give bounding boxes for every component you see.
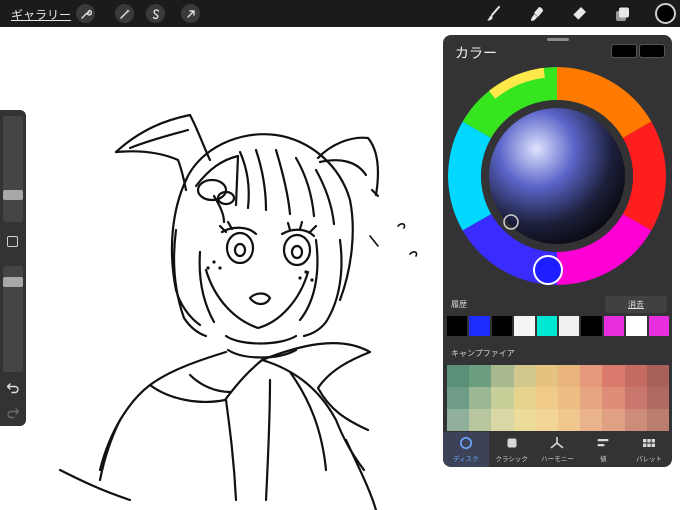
palette-label: キャンプファイア — [451, 349, 515, 358]
disc-icon — [459, 437, 472, 449]
palette-swatch[interactable] — [513, 365, 536, 387]
history-swatches — [447, 316, 670, 336]
secondary-color-swatch[interactable] — [639, 44, 665, 58]
magic-wand-icon[interactable] — [115, 4, 134, 23]
palette-swatch[interactable] — [580, 409, 603, 431]
history-swatch[interactable] — [514, 316, 535, 336]
history-swatch[interactable] — [648, 316, 670, 336]
undo-icon[interactable] — [6, 380, 20, 394]
arrow-icon[interactable] — [181, 4, 200, 23]
hue-picker[interactable] — [533, 255, 563, 285]
procreate-app: ギャラリー カラー 履歴 消去 キャンプファイア ディスク クラシック ハーモニ… — [0, 0, 680, 510]
tab-label: パレット — [636, 455, 663, 463]
history-swatch[interactable] — [491, 316, 513, 336]
palette-swatch[interactable] — [535, 409, 558, 431]
palette-swatch[interactable] — [491, 409, 514, 431]
tab-classic[interactable]: クラシック — [489, 432, 535, 467]
square-icon — [507, 438, 517, 448]
palette-swatch[interactable] — [624, 365, 647, 387]
palette-swatch[interactable] — [447, 365, 470, 387]
palette-swatch[interactable] — [491, 365, 514, 387]
palette-swatch[interactable] — [469, 365, 492, 387]
palette-swatch[interactable] — [513, 409, 536, 431]
palette-swatch[interactable] — [447, 387, 470, 409]
smudge-icon[interactable] — [526, 3, 548, 25]
brush-size-handle[interactable] — [3, 190, 23, 200]
palette-swatch[interactable] — [646, 409, 669, 431]
history-swatch[interactable] — [469, 316, 490, 336]
history-swatch[interactable] — [559, 316, 580, 336]
palette-swatch[interactable] — [558, 387, 581, 409]
eraser-icon[interactable] — [568, 3, 590, 25]
opacity-handle[interactable] — [3, 277, 23, 287]
palette-swatch[interactable] — [602, 387, 625, 409]
modify-button[interactable] — [7, 236, 18, 247]
palette-swatch[interactable] — [602, 365, 625, 387]
palette-swatch[interactable] — [558, 365, 581, 387]
palette-swatch[interactable] — [624, 387, 647, 409]
brush-size-slider[interactable] — [3, 116, 23, 222]
history-swatch[interactable] — [626, 316, 647, 336]
clear-history-button[interactable]: 消去 — [605, 296, 667, 313]
palette-swatch[interactable] — [469, 409, 492, 431]
tab-harmony[interactable]: ハーモニー — [535, 432, 581, 467]
panel-title: カラー — [455, 46, 497, 62]
tab-palette[interactable]: パレット — [626, 432, 672, 467]
layers-icon[interactable] — [611, 3, 633, 25]
primary-color-swatch[interactable] — [611, 44, 637, 58]
wrench-icon[interactable] — [76, 4, 95, 23]
history-label: 履歴 — [451, 300, 467, 309]
palette-swatch[interactable] — [535, 365, 558, 387]
tab-label: クラシック — [495, 455, 528, 463]
top-toolbar: ギャラリー — [0, 0, 680, 27]
tab-label: 値 — [600, 455, 607, 463]
palette-swatch[interactable] — [602, 409, 625, 431]
palette-swatch[interactable] — [580, 387, 603, 409]
palette-swatch[interactable] — [646, 387, 669, 409]
history-swatch[interactable] — [447, 316, 468, 336]
gallery-button[interactable]: ギャラリー — [11, 6, 71, 23]
panel-grab-handle[interactable] — [547, 38, 569, 41]
color-panel: カラー 履歴 消去 キャンプファイア ディスク クラシック ハーモニー 値 パレ… — [443, 35, 672, 467]
redo-icon[interactable] — [6, 405, 20, 419]
harmony-icon — [551, 436, 564, 449]
tab-label: ハーモニー — [541, 455, 574, 463]
tab-label: ディスク — [453, 455, 479, 463]
left-sidebar — [0, 110, 26, 426]
current-color-button[interactable] — [655, 3, 676, 24]
palette-swatch[interactable] — [491, 387, 514, 409]
history-swatch[interactable] — [581, 316, 602, 336]
history-swatch[interactable] — [536, 316, 558, 336]
palette-swatch[interactable] — [580, 365, 603, 387]
tab-value[interactable]: 値 — [580, 432, 626, 467]
color-mode-tabs: ディスク クラシック ハーモニー 値 パレット — [443, 432, 672, 467]
palette-swatch[interactable] — [646, 365, 669, 387]
palette-swatch[interactable] — [447, 409, 470, 431]
palette-swatch[interactable] — [513, 387, 536, 409]
palette-swatch[interactable] — [535, 387, 558, 409]
sliders-icon — [597, 439, 609, 447]
palette-swatch[interactable] — [624, 409, 647, 431]
palette-swatch[interactable] — [469, 387, 492, 409]
palette-swatch[interactable] — [558, 409, 581, 431]
brush-icon[interactable] — [482, 3, 504, 25]
palette-grid — [447, 365, 669, 431]
history-swatch[interactable] — [603, 316, 625, 336]
tab-disc[interactable]: ディスク — [443, 432, 489, 467]
grid-icon — [643, 439, 656, 447]
s-curve-icon[interactable] — [146, 4, 165, 23]
color-disc[interactable] — [443, 57, 672, 295]
